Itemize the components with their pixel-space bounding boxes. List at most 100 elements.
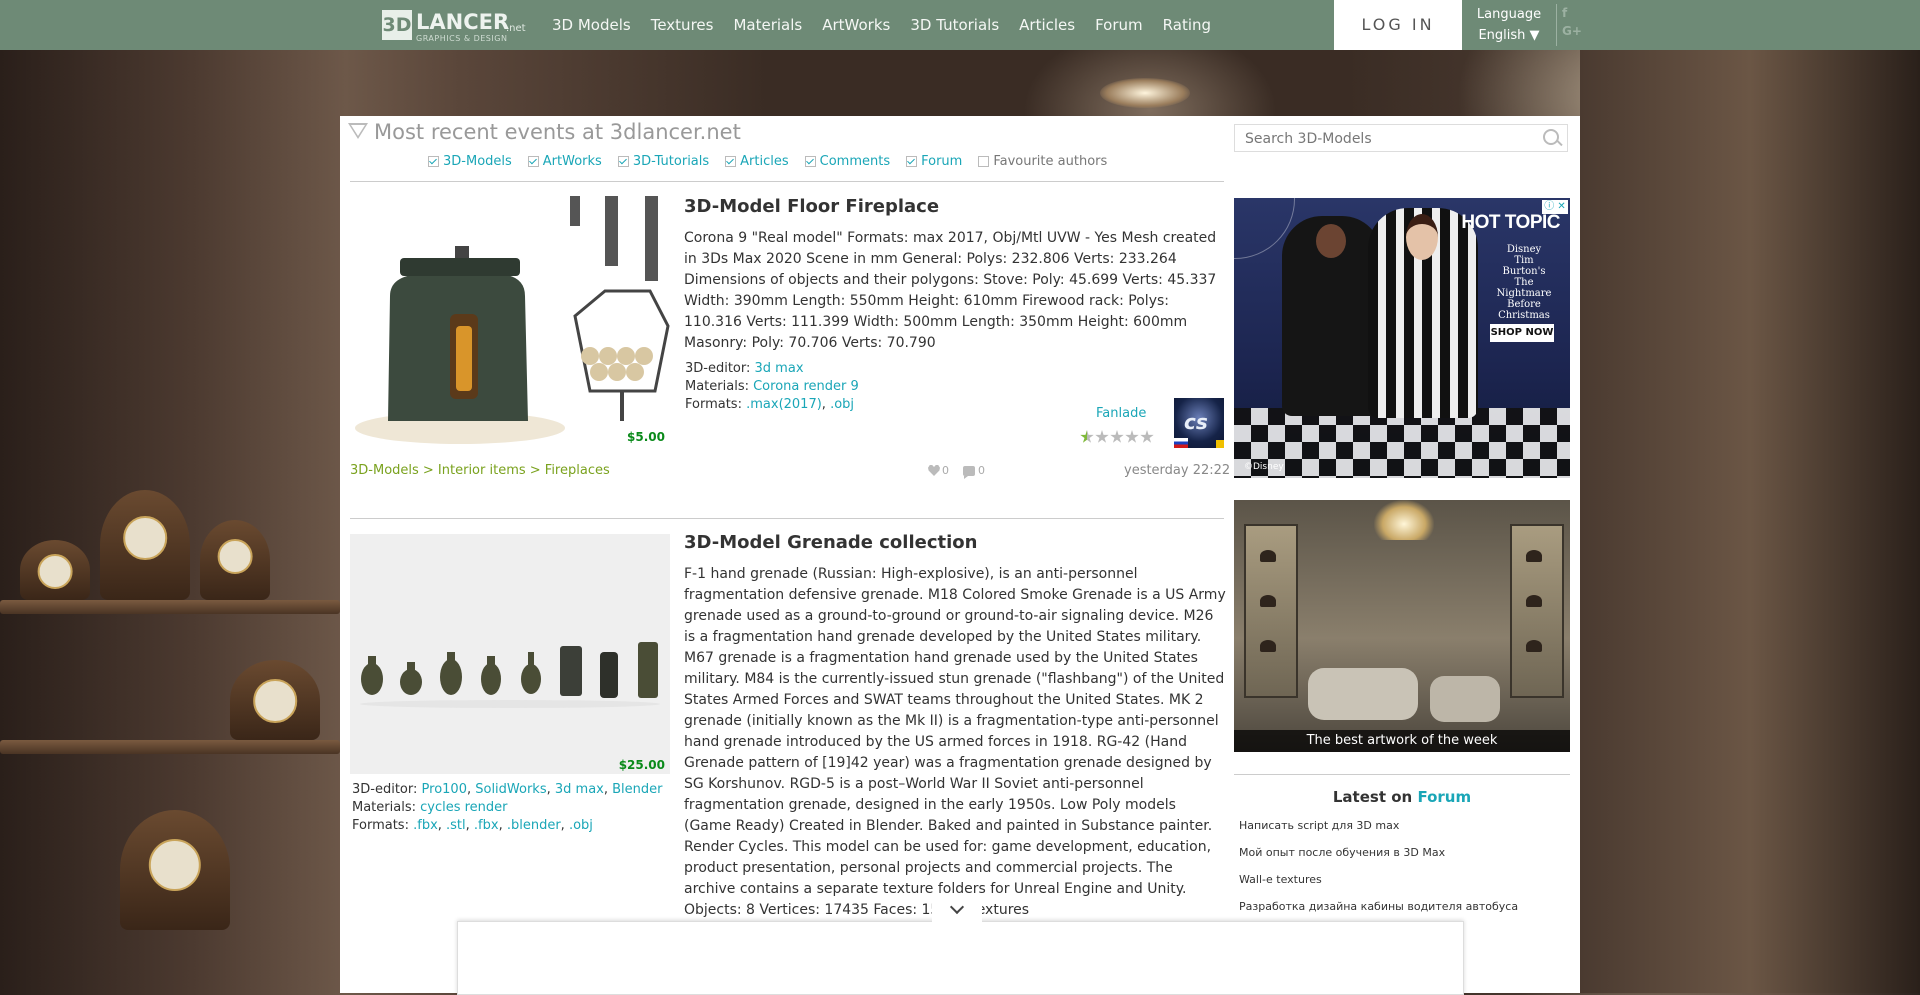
format-link[interactable]: .blender: [507, 818, 561, 833]
editor-link[interactable]: Pro100: [422, 782, 467, 797]
ad-brand: HOT TOPIC: [1461, 212, 1560, 233]
editor-link[interactable]: SolidWorks: [475, 782, 546, 797]
item-title[interactable]: 3D-Model Grenade collection: [684, 532, 977, 553]
checkbox[interactable]: [978, 156, 990, 167]
material-link[interactable]: cycles render: [420, 800, 507, 815]
best-artwork[interactable]: The best artwork of the week: [1234, 500, 1570, 752]
item-editor: 3D-editor: Pro100, SolidWorks, 3d max, B…: [352, 782, 663, 797]
background-clock: [20, 540, 90, 600]
ad-cta-button[interactable]: SHOP NOW: [1490, 324, 1554, 342]
star-icon[interactable]: [1110, 430, 1124, 443]
nav-item-articles[interactable]: Articles: [1019, 16, 1075, 34]
filter-label: Forum: [921, 154, 963, 169]
feed-header[interactable]: Most recent events at 3dlancer.net: [348, 120, 741, 144]
format-link[interactable]: .stl: [446, 818, 466, 833]
checkbox[interactable]: [617, 156, 629, 167]
chevron-down-icon: [949, 899, 965, 915]
item-materials: Materials: Corona render 9: [685, 378, 859, 396]
search-icon[interactable]: [1543, 129, 1559, 145]
format-link[interactable]: .obj: [569, 818, 593, 833]
nav-item-forum[interactable]: Forum: [1095, 16, 1143, 34]
ad-subtitle: Disney Tim Burton's The Nightmare Before…: [1496, 244, 1552, 321]
checkbox[interactable]: [428, 156, 439, 167]
google-plus-icon[interactable]: G+: [1562, 22, 1582, 40]
filter-comments[interactable]: Comments: [804, 154, 890, 169]
language-selector[interactable]: Language English ▼: [1470, 4, 1548, 46]
artwork-caption: The best artwork of the week: [1234, 730, 1570, 752]
collapse-ad-button[interactable]: [932, 898, 982, 922]
nav-item-rating[interactable]: Rating: [1163, 16, 1211, 34]
checkbox[interactable]: [804, 156, 816, 167]
main-panel: Most recent events at 3dlancer.net 3D-Mo…: [340, 116, 1580, 993]
facebook-icon[interactable]: f: [1562, 4, 1582, 22]
language-value[interactable]: English ▼: [1470, 25, 1548, 46]
nav-item-textures[interactable]: Textures: [651, 16, 714, 34]
star-icon[interactable]: [1125, 430, 1139, 443]
item-title[interactable]: 3D-Model Floor Fireplace: [684, 196, 939, 217]
meta-label: 3D-editor:: [685, 361, 751, 376]
filter-artworks[interactable]: ArtWorks: [527, 154, 602, 169]
nav-item-3d-tutorials[interactable]: 3D Tutorials: [910, 16, 999, 34]
editor-link[interactable]: Blender: [612, 782, 662, 797]
author-avatar[interactable]: cs: [1174, 398, 1224, 448]
item-stats: 0 0: [928, 464, 999, 479]
item-description: F-1 hand grenade (Russian: High-explosiv…: [684, 566, 1226, 918]
star-icon[interactable]: [1140, 430, 1154, 443]
checkbox[interactable]: [906, 156, 918, 167]
item-thumbnail[interactable]: $5.00: [350, 196, 670, 446]
checkbox[interactable]: [527, 156, 539, 167]
forum-topic[interactable]: Разработка дизайна кабины водителя автоб…: [1239, 897, 1569, 924]
nav-item-3d-models[interactable]: 3D Models: [552, 16, 631, 34]
ad-info-close-icon[interactable]: ⓘ ✕: [1542, 200, 1568, 214]
comment-count[interactable]: 0: [963, 464, 985, 479]
format-link[interactable]: .obj: [830, 397, 854, 412]
format-link[interactable]: .fbx: [413, 818, 438, 833]
filter-forum[interactable]: Forum: [906, 154, 962, 169]
divider: [1234, 774, 1570, 775]
hat-decoration: [1260, 550, 1276, 562]
format-link[interactable]: .fbx: [474, 818, 499, 833]
forum-topic[interactable]: Мой опыт после обучения в 3D Max: [1239, 843, 1569, 870]
filter-3d-models[interactable]: 3D-Models: [428, 154, 512, 169]
comment-count-value: 0: [978, 464, 985, 477]
hat-decoration: [1526, 595, 1542, 607]
checkbox[interactable]: [725, 156, 737, 167]
rating-stars[interactable]: [1080, 430, 1155, 444]
format-link[interactable]: .max(2017): [746, 397, 822, 412]
breadcrumb[interactable]: 3D-Models > Interior items > Fireplaces: [350, 463, 610, 478]
forum-link[interactable]: Forum: [1417, 788, 1471, 806]
price-badge: $5.00: [622, 428, 670, 446]
forum-topic[interactable]: Wall-e textures: [1239, 870, 1569, 897]
editor-link[interactable]: 3d max: [755, 361, 804, 376]
grenades-image: [360, 642, 660, 708]
nav-item-materials[interactable]: Materials: [733, 16, 802, 34]
site-logo[interactable]: 3D LANCER .net GRAPHICS & DESIGN: [382, 10, 526, 44]
filter-triangle-icon[interactable]: [348, 123, 368, 139]
like-count[interactable]: 0: [928, 464, 949, 477]
logo-tagline: GRAPHICS & DESIGN: [416, 34, 508, 43]
search-input[interactable]: [1243, 125, 1537, 153]
item-formats: Formats: .fbx, .stl, .fbx, .blender, .ob…: [352, 818, 593, 833]
meta-label: Materials:: [352, 800, 416, 815]
filter-favourite-authors[interactable]: Favourite authors: [978, 154, 1107, 169]
editor-link[interactable]: 3d max: [555, 782, 604, 797]
login-button[interactable]: LOG IN: [1334, 0, 1462, 50]
background-clock: [200, 520, 270, 600]
meta-label: 3D-editor:: [352, 782, 418, 797]
like-count-value: 0: [942, 464, 949, 477]
badge-icon: [1216, 440, 1224, 448]
price-badge: $25.00: [613, 756, 670, 774]
item-thumbnail[interactable]: $25.00: [350, 534, 670, 774]
author-name[interactable]: Fanlade: [1096, 406, 1146, 421]
star-icon[interactable]: [1095, 430, 1109, 443]
material-link[interactable]: Corona render 9: [753, 379, 859, 394]
search-box: [1234, 124, 1568, 153]
advertisement-banner[interactable]: HOT TOPIC Disney Tim Burton's The Nightm…: [1234, 198, 1570, 478]
forum-topic[interactable]: Написать script для 3D max: [1239, 816, 1569, 843]
flag-icon: [1174, 438, 1188, 448]
nav-item-artworks[interactable]: ArtWorks: [822, 16, 890, 34]
star-icon[interactable]: [1080, 430, 1094, 443]
language-label: Language: [1476, 7, 1542, 22]
filter-3d-tutorials[interactable]: 3D-Tutorials: [617, 154, 709, 169]
filter-articles[interactable]: Articles: [725, 154, 789, 169]
